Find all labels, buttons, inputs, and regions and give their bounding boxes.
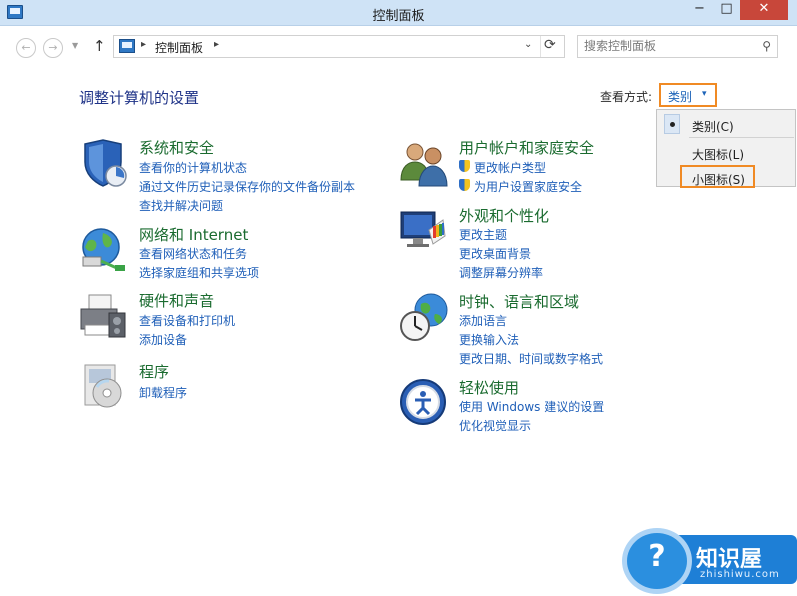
category-link[interactable]: 更改主题 <box>459 226 507 243</box>
category-user-accounts: 用户帐户和家庭安全 更改帐户类型 为用户设置家庭安全 <box>399 138 659 198</box>
radio-selected-icon <box>664 114 680 134</box>
title-bar: 控制面板 − □ ✕ <box>0 0 797 26</box>
chevron-down-icon: ▾ <box>702 89 707 99</box>
window-title: 控制面板 <box>372 9 425 24</box>
menu-item-label: 小图标(S) <box>692 173 745 187</box>
category-link[interactable]: 为用户设置家庭安全 <box>459 178 582 195</box>
ease-of-access-icon[interactable] <box>399 378 449 428</box>
category-system-security: 系统和安全 查看你的计算机状态 通过文件历史记录保存你的文件备份副本 查找并解决… <box>79 138 379 218</box>
menu-item-small-icons[interactable]: 小图标(S) <box>657 165 795 189</box>
network-globe-icon[interactable] <box>79 225 129 275</box>
clock-globe-icon[interactable] <box>399 292 449 342</box>
shield-icon[interactable] <box>79 138 129 188</box>
back-button[interactable]: ← <box>16 38 36 58</box>
navigation-bar: ← → ▼ ↑ ▸ 控制面板 ▸ ⌄ ⟳ ⚲ <box>0 27 797 65</box>
category-link[interactable]: 查看网络状态和任务 <box>139 245 247 262</box>
forward-button[interactable]: → <box>43 38 63 58</box>
search-box[interactable]: ⚲ <box>577 35 778 58</box>
help-icon: ? <box>622 528 692 594</box>
category-link[interactable]: 查找并解决问题 <box>139 197 223 214</box>
breadcrumb[interactable]: 控制面板 <box>155 39 203 56</box>
category-link[interactable]: 更改帐户类型 <box>459 159 546 176</box>
category-appearance: 外观和个性化 更改主题 更改桌面背景 调整屏幕分辨率 <box>399 206 659 282</box>
category-link[interactable]: 卸载程序 <box>139 384 187 401</box>
category-link[interactable]: 查看你的计算机状态 <box>139 159 247 176</box>
recent-locations-icon[interactable]: ▼ <box>72 41 78 50</box>
category-link[interactable]: 查看设备和打印机 <box>139 312 235 329</box>
category-title[interactable]: 轻松使用 <box>459 377 519 398</box>
category-title[interactable]: 网络和 Internet <box>139 224 248 245</box>
users-icon[interactable] <box>399 138 449 188</box>
category-title[interactable]: 时钟、语言和区域 <box>459 291 579 312</box>
category-title[interactable]: 程序 <box>139 361 169 382</box>
search-input[interactable] <box>584 39 754 53</box>
category-ease-of-access: 轻松使用 使用 Windows 建议的设置 优化视觉显示 <box>399 378 659 434</box>
category-link[interactable]: 通过文件历史记录保存你的文件备份副本 <box>139 178 355 195</box>
category-link[interactable]: 优化视觉显示 <box>459 417 531 434</box>
category-title[interactable]: 系统和安全 <box>139 137 214 158</box>
view-by-value: 类别 <box>668 90 693 104</box>
printer-icon[interactable] <box>79 291 129 341</box>
search-icon[interactable]: ⚲ <box>762 39 771 53</box>
monitor-palette-icon[interactable] <box>399 206 449 256</box>
category-link[interactable]: 调整屏幕分辨率 <box>459 264 543 281</box>
category-network-internet: 网络和 Internet 查看网络状态和任务 选择家庭组和共享选项 <box>79 225 379 285</box>
close-button[interactable]: ✕ <box>740 0 788 20</box>
watermark-domain: zhishiwu.com <box>700 569 780 580</box>
programs-disc-icon[interactable] <box>79 361 129 411</box>
maximize-button[interactable]: □ <box>713 0 740 20</box>
menu-item-label: 大图标(L) <box>692 148 745 162</box>
category-link[interactable]: 更改桌面背景 <box>459 245 531 262</box>
category-clock-language: 时钟、语言和区域 添加语言 更换输入法 更改日期、时间或数字格式 <box>399 292 659 368</box>
category-title[interactable]: 外观和个性化 <box>459 205 549 226</box>
address-dropdown-icon[interactable]: ⌄ <box>524 39 532 50</box>
category-link[interactable]: 添加设备 <box>139 331 187 348</box>
address-bar[interactable]: ▸ 控制面板 ▸ ⌄ ⟳ <box>113 35 565 58</box>
category-link[interactable]: 添加语言 <box>459 312 507 329</box>
view-by-dropdown[interactable]: 类别 ▾ <box>659 83 717 107</box>
category-hardware-sound: 硬件和声音 查看设备和打印机 添加设备 <box>79 291 379 351</box>
category-title[interactable]: 用户帐户和家庭安全 <box>459 137 594 158</box>
category-link[interactable]: 更改日期、时间或数字格式 <box>459 350 603 367</box>
menu-item-large-icons[interactable]: 大图标(L) <box>657 140 795 164</box>
breadcrumb-separator-icon[interactable]: ▸ <box>214 39 219 50</box>
divider <box>540 36 541 57</box>
watermark-logo: 知识屋 zhishiwu.com ? <box>622 518 797 596</box>
up-button[interactable]: ↑ <box>93 37 106 55</box>
category-title[interactable]: 硬件和声音 <box>139 290 214 311</box>
divider <box>689 137 794 138</box>
view-by-label: 查看方式: <box>600 90 653 104</box>
category-link[interactable]: 选择家庭组和共享选项 <box>139 264 259 281</box>
category-programs: 程序 卸载程序 <box>79 361 379 409</box>
control-panel-icon <box>119 39 135 53</box>
breadcrumb-separator-icon[interactable]: ▸ <box>141 39 146 50</box>
view-by-menu: 类别(C) 大图标(L) 小图标(S) <box>656 109 796 189</box>
menu-item-label: 类别(C) <box>692 120 734 134</box>
minimize-button[interactable]: − <box>686 0 713 20</box>
category-link[interactable]: 使用 Windows 建议的设置 <box>459 398 604 415</box>
category-link[interactable]: 更换输入法 <box>459 331 519 348</box>
refresh-button[interactable]: ⟳ <box>544 37 556 53</box>
menu-item-category[interactable]: 类别(C) <box>657 112 795 136</box>
page-title: 调整计算机的设置 <box>79 89 200 107</box>
